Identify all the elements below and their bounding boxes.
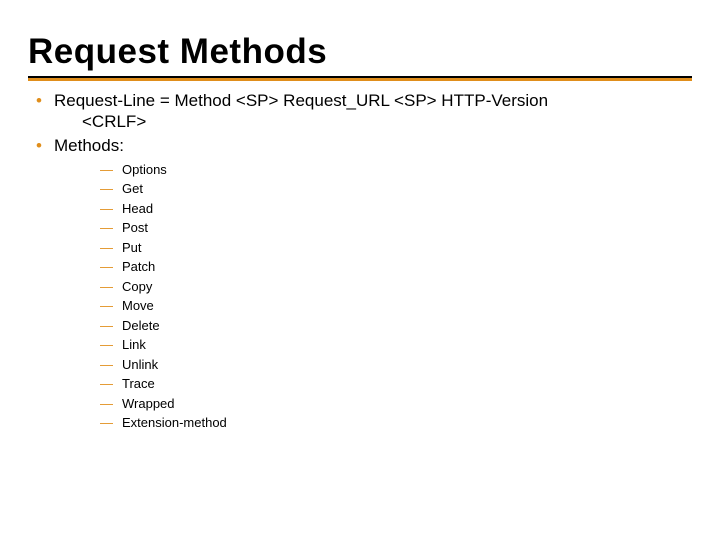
sub-item: Delete: [100, 316, 692, 336]
bullet-item: Request-Line = Method <SP> Request_URL <…: [28, 90, 692, 133]
sub-item: Unlink: [100, 355, 692, 375]
rule-thick: [28, 78, 692, 81]
title-rule: [28, 76, 692, 82]
sub-item: Link: [100, 335, 692, 355]
bullet-continuation: <CRLF>: [54, 111, 692, 132]
sub-item: Head: [100, 199, 692, 219]
sub-item: Post: [100, 218, 692, 238]
bullet-item: Methods: Options Get Head Post Put Patch…: [28, 135, 692, 433]
sub-item: Patch: [100, 257, 692, 277]
sub-item: Copy: [100, 277, 692, 297]
bullet-text: Methods:: [54, 136, 124, 155]
sub-list: Options Get Head Post Put Patch Copy Mov…: [100, 160, 692, 433]
sub-item: Extension-method: [100, 413, 692, 433]
page-title: Request Methods: [28, 32, 692, 72]
bullet-text: Request-Line = Method <SP> Request_URL <…: [54, 91, 548, 110]
bullet-list: Request-Line = Method <SP> Request_URL <…: [28, 90, 692, 433]
sub-item: Put: [100, 238, 692, 258]
sub-item: Move: [100, 296, 692, 316]
sub-item: Get: [100, 179, 692, 199]
sub-item: Options: [100, 160, 692, 180]
sub-item: Wrapped: [100, 394, 692, 414]
sub-item: Trace: [100, 374, 692, 394]
content: Request-Line = Method <SP> Request_URL <…: [28, 90, 692, 433]
slide: Request Methods Request-Line = Method <S…: [0, 0, 720, 455]
